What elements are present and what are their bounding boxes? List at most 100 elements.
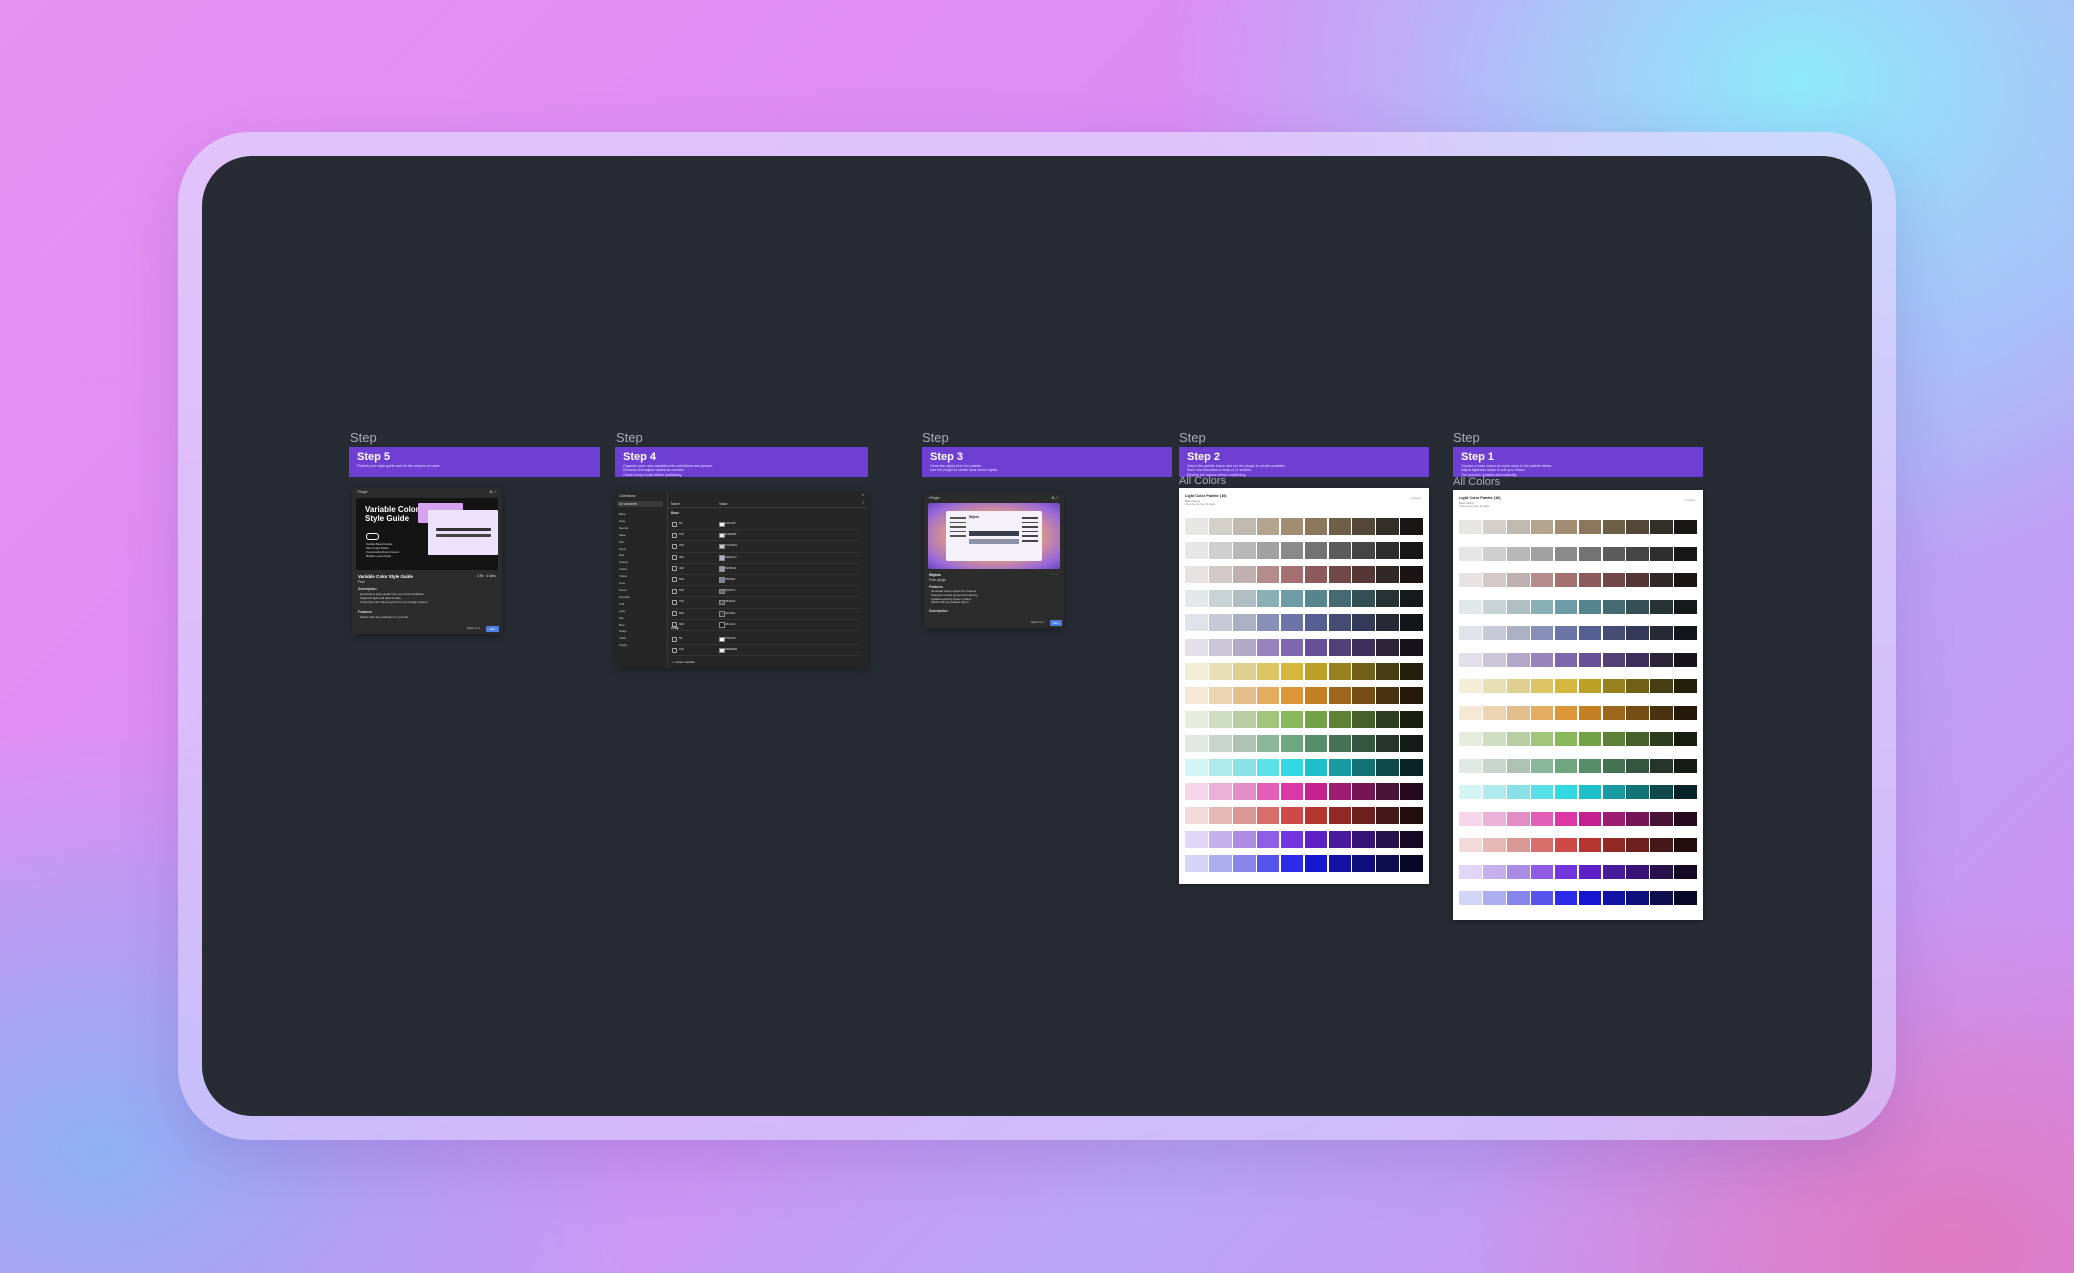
color-swatch[interactable] — [1305, 518, 1328, 535]
color-swatch[interactable] — [1531, 653, 1554, 667]
color-swatch[interactable] — [1209, 663, 1232, 680]
color-swatch[interactable] — [1209, 759, 1232, 776]
color-swatch[interactable] — [1603, 706, 1626, 720]
group-item[interactable]: Orange — [619, 559, 629, 566]
color-swatch[interactable] — [1400, 711, 1423, 728]
color-swatch[interactable] — [1626, 547, 1649, 561]
group-item[interactable]: Emerald — [619, 594, 629, 601]
color-swatch[interactable] — [1185, 542, 1208, 559]
color-swatch[interactable] — [1459, 865, 1482, 879]
color-swatch[interactable] — [1674, 812, 1697, 826]
color-swatch[interactable] — [1233, 807, 1256, 824]
group-item[interactable]: Sky — [619, 615, 629, 622]
color-swatch[interactable] — [1376, 518, 1399, 535]
color-swatch[interactable] — [1531, 573, 1554, 587]
color-swatch[interactable] — [1507, 838, 1530, 852]
color-swatch[interactable] — [1257, 614, 1280, 631]
color-swatch[interactable] — [1281, 687, 1304, 704]
frame-label-step5[interactable]: Step — [350, 430, 377, 445]
color-swatch[interactable] — [1305, 566, 1328, 583]
color-swatch[interactable] — [1209, 855, 1232, 872]
color-swatch[interactable] — [1281, 639, 1304, 656]
color-swatch[interactable] — [1233, 687, 1256, 704]
color-swatch[interactable] — [1209, 687, 1232, 704]
color-swatch[interactable] — [1281, 590, 1304, 607]
color-swatch[interactable] — [1352, 687, 1375, 704]
color-swatch[interactable] — [1531, 679, 1554, 693]
color-swatch[interactable] — [1650, 812, 1673, 826]
color-swatch[interactable] — [1305, 759, 1328, 776]
color-swatch[interactable] — [1507, 865, 1530, 879]
palette-frame-label[interactable]: All Colors — [1453, 476, 1500, 488]
color-swatch[interactable] — [1209, 542, 1232, 559]
color-swatch[interactable] — [1400, 855, 1423, 872]
color-swatch[interactable] — [1555, 812, 1578, 826]
color-swatch[interactable] — [1233, 783, 1256, 800]
color-swatch[interactable] — [1257, 855, 1280, 872]
color-swatch[interactable] — [1376, 663, 1399, 680]
color-swatch[interactable] — [1555, 653, 1578, 667]
color-swatch[interactable] — [1626, 812, 1649, 826]
color-swatch[interactable] — [1281, 566, 1304, 583]
color-swatch[interactable] — [1257, 759, 1280, 776]
color-swatch[interactable] — [1555, 785, 1578, 799]
color-swatch[interactable] — [1233, 518, 1256, 535]
color-swatch[interactable] — [1483, 891, 1506, 905]
color-swatch[interactable] — [1650, 520, 1673, 534]
color-swatch[interactable] — [1507, 653, 1530, 667]
color-swatch[interactable] — [1459, 759, 1482, 773]
color-swatch[interactable] — [1555, 679, 1578, 693]
variable-row[interactable]: 200C9CDD6 — [671, 541, 861, 552]
color-swatch[interactable] — [1281, 735, 1304, 752]
color-swatch[interactable] — [1674, 785, 1697, 799]
color-swatch[interactable] — [1555, 573, 1578, 587]
color-swatch[interactable] — [1281, 831, 1304, 848]
color-swatch[interactable] — [1185, 735, 1208, 752]
color-swatch[interactable] — [1555, 626, 1578, 640]
color-swatch[interactable] — [1650, 838, 1673, 852]
color-swatch[interactable] — [1459, 706, 1482, 720]
color-swatch[interactable] — [1603, 573, 1626, 587]
color-swatch[interactable] — [1650, 785, 1673, 799]
color-swatch[interactable] — [1209, 566, 1232, 583]
variable-value[interactable]: E4E6EB — [725, 532, 736, 536]
color-swatch[interactable] — [1483, 653, 1506, 667]
frame-label-step1[interactable]: Step — [1453, 430, 1480, 445]
color-swatch[interactable] — [1674, 865, 1697, 879]
color-swatch[interactable] — [1531, 891, 1554, 905]
variable-row[interactable]: 60060687A — [671, 586, 861, 597]
color-swatch[interactable] — [1483, 732, 1506, 746]
color-swatch[interactable] — [1400, 663, 1423, 680]
color-swatch[interactable] — [1507, 626, 1530, 640]
color-swatch[interactable] — [1400, 783, 1423, 800]
color-swatch[interactable] — [1376, 783, 1399, 800]
color-swatch[interactable] — [1531, 812, 1554, 826]
color-swatch[interactable] — [1185, 807, 1208, 824]
color-swatch[interactable] — [1626, 732, 1649, 746]
add-icon[interactable]: + — [862, 501, 864, 505]
color-swatch[interactable] — [1281, 542, 1304, 559]
group-item[interactable]: Blue — [619, 622, 629, 629]
color-swatch[interactable] — [1305, 542, 1328, 559]
color-swatch[interactable] — [1674, 600, 1697, 614]
color-swatch[interactable] — [1579, 520, 1602, 534]
variable-value[interactable]: EBEBEB — [725, 647, 737, 651]
step1-palette-frame[interactable]: Light Color Palette (10) Base colours On… — [1453, 490, 1703, 920]
group-item[interactable]: Indigo — [619, 628, 629, 635]
color-swatch[interactable] — [1233, 566, 1256, 583]
color-swatch[interactable] — [1257, 735, 1280, 752]
color-swatch[interactable] — [1626, 785, 1649, 799]
color-swatch[interactable] — [1483, 679, 1506, 693]
color-swatch[interactable] — [1579, 679, 1602, 693]
group-item[interactable]: Gray — [619, 518, 629, 525]
color-swatch[interactable] — [1400, 759, 1423, 776]
color-swatch[interactable] — [1352, 614, 1375, 631]
color-swatch[interactable] — [1459, 573, 1482, 587]
color-swatch[interactable] — [1507, 520, 1530, 534]
color-swatch[interactable] — [1257, 590, 1280, 607]
color-swatch[interactable] — [1257, 542, 1280, 559]
color-swatch[interactable] — [1483, 706, 1506, 720]
collection-selected[interactable]: All variables — [619, 502, 637, 506]
color-swatch[interactable] — [1400, 566, 1423, 583]
color-swatch[interactable] — [1650, 759, 1673, 773]
